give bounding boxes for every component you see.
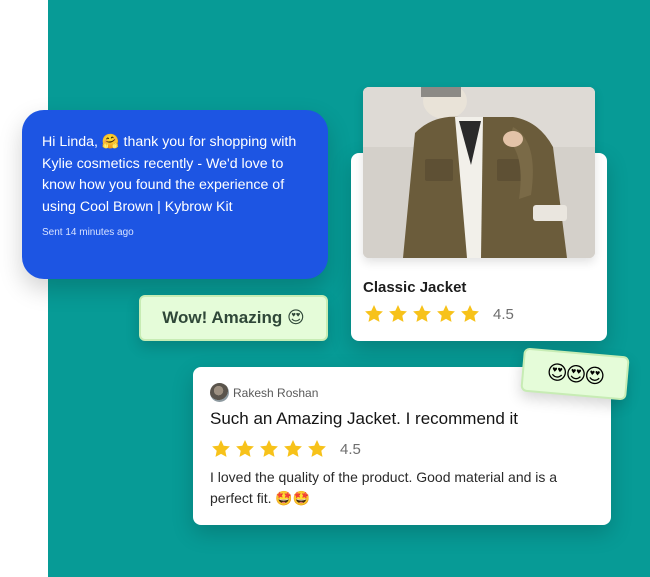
product-rating: 4.5 (363, 303, 514, 325)
emoji-reaction-chip: 😍😍😍 (520, 347, 630, 401)
star-icon (437, 305, 455, 322)
star-icon (212, 440, 230, 457)
star-icon (461, 305, 479, 322)
avatar (210, 383, 229, 402)
star-icon (284, 440, 302, 457)
reviewer: Rakesh Roshan (210, 383, 318, 402)
review-stars (210, 438, 330, 460)
product-stars (363, 303, 483, 325)
star-icon (365, 305, 383, 322)
product-image (363, 87, 595, 258)
product-rating-value: 4.5 (493, 305, 514, 323)
star-icon (236, 440, 254, 457)
star-icon (413, 305, 431, 322)
sms-timestamp: Sent 14 minutes ago (42, 227, 134, 239)
reaction-chip: Wow! Amazing 😍 (139, 295, 328, 341)
sms-message-text: Hi Linda, 🤗 thank you for shopping with … (42, 134, 297, 215)
star-icon (308, 440, 326, 457)
product-title: Classic Jacket (363, 279, 467, 296)
reviewer-name: Rakesh Roshan (233, 385, 319, 400)
review-rating: 4.5 (210, 438, 361, 460)
stage: Classic Jacket 4.5 Hi Linda, 🤗 thank you… (0, 0, 650, 577)
star-icon (260, 440, 278, 457)
review-title: Such an Amazing Jacket. I recommend it (210, 409, 519, 428)
star-icon (389, 305, 407, 322)
review-rating-value: 4.5 (340, 440, 361, 458)
review-body: I loved the quality of the product. Good… (210, 469, 558, 506)
jacket-photo (363, 87, 595, 258)
sms-message-bubble: Hi Linda, 🤗 thank you for shopping with … (22, 110, 328, 279)
